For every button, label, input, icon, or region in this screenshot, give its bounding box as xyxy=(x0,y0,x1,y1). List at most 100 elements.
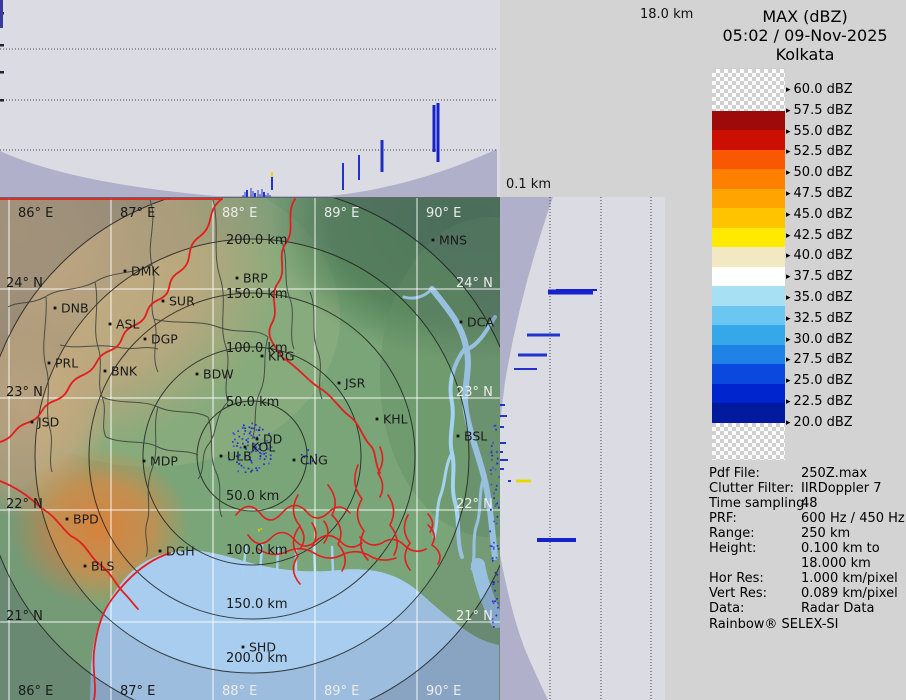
station-label: BDW xyxy=(203,367,234,382)
metadata-value: 600 Hz / 450 Hz xyxy=(801,511,905,526)
range-ring-label: 50.0 km xyxy=(226,489,279,504)
echo-pixel xyxy=(494,590,496,592)
station-marker xyxy=(236,277,239,280)
station-marker xyxy=(66,518,69,521)
echo-pixel xyxy=(246,439,248,441)
echo-bar xyxy=(500,468,504,470)
echo-bar xyxy=(514,368,537,370)
scale-tick-arrow-icon: ▸ xyxy=(786,376,791,386)
echo-bar xyxy=(500,459,508,461)
echo-bar xyxy=(342,163,344,190)
echo-pixel xyxy=(496,615,498,617)
top-profile-panel xyxy=(0,0,500,197)
station-label: KRG xyxy=(268,349,295,364)
top-panel-gridlines xyxy=(0,49,497,150)
latitude-label: 24° N xyxy=(6,276,43,291)
echo-pixel xyxy=(260,456,262,458)
colorband xyxy=(712,150,785,170)
station-marker xyxy=(109,323,112,326)
metadata-value: 1.000 km/pixel xyxy=(801,571,898,586)
metadata-row: Range:250 km xyxy=(709,526,906,541)
station-label: DGP xyxy=(151,332,178,347)
colorband xyxy=(712,286,785,306)
station-label: BPD xyxy=(73,512,99,527)
colorband xyxy=(712,345,785,365)
longitude-label: 90° E xyxy=(426,684,461,699)
echo-pixel xyxy=(241,465,243,467)
echo-pixel xyxy=(497,602,499,604)
echo-bar xyxy=(518,354,547,357)
echo-pixel xyxy=(489,545,491,547)
echo-pixel xyxy=(247,445,249,447)
metadata-value: Radar Data xyxy=(801,601,874,616)
echo-pixel xyxy=(496,523,498,525)
station-marker xyxy=(376,418,379,421)
echo-pixel xyxy=(258,467,260,469)
echo-pixel xyxy=(242,438,244,440)
right-panel-gridlines xyxy=(550,197,651,700)
echo-pixel xyxy=(493,542,495,544)
echo-pixel xyxy=(496,485,498,487)
longitude-label: 87° E xyxy=(120,206,155,221)
echo-pixel xyxy=(238,436,240,438)
scale-tick-arrow-icon: ▸ xyxy=(786,272,791,282)
echo-pixel xyxy=(256,429,258,431)
echo-bar xyxy=(258,190,259,197)
scale-label: 42.5 dBZ xyxy=(794,228,853,243)
station-marker xyxy=(48,362,51,365)
product-name: MAX (dBZ) xyxy=(705,7,905,26)
scale-tick-arrow-icon: ▸ xyxy=(786,168,791,178)
echo-pixel xyxy=(236,445,238,447)
echo-pixel xyxy=(259,434,261,436)
longitude-label: 86° E xyxy=(18,206,53,221)
echo-pixel xyxy=(495,504,497,506)
metadata-row: Height:0.100 km to xyxy=(709,541,906,556)
scale-label-row: ▸57.5 dBZ xyxy=(786,103,853,119)
station-label: MNS xyxy=(439,233,467,248)
echo-pixel xyxy=(498,476,500,478)
echo-pixel xyxy=(233,445,235,447)
range-ring-label: 150.0 km xyxy=(226,287,288,302)
echo-pixel xyxy=(494,600,496,602)
echo-pixel xyxy=(497,516,499,518)
echo-bar xyxy=(251,188,252,197)
radar-map: 50.0 km50.0 km100.0 km100.0 km150.0 km15… xyxy=(0,197,500,700)
echo-pixel xyxy=(270,458,272,460)
latitude-label: 21° N xyxy=(6,609,43,624)
top-panel-echo-bars xyxy=(0,0,440,197)
station-marker xyxy=(196,373,199,376)
echo-pixel xyxy=(495,425,497,427)
scale-label: 30.0 dBZ xyxy=(794,332,853,347)
scale-label-row: ▸22.5 dBZ xyxy=(786,394,853,410)
range-ring-label: 150.0 km xyxy=(226,597,288,612)
colorband xyxy=(712,189,785,209)
metadata-value: 48 xyxy=(801,496,818,511)
echo-pixel xyxy=(491,545,493,547)
echo-pixel xyxy=(493,626,495,628)
echo-pixel xyxy=(250,435,252,437)
longitude-label: 90° E xyxy=(426,206,461,221)
echo-pixel xyxy=(497,458,499,460)
echo-pixel xyxy=(247,441,249,443)
colorband xyxy=(712,111,785,131)
metadata-label: Time sampling: xyxy=(709,496,809,511)
longitude-label: 86° E xyxy=(18,684,53,699)
colorband xyxy=(712,130,785,150)
echo-pixel xyxy=(497,581,499,583)
scale-label-row: ▸30.0 dBZ xyxy=(786,332,853,348)
echo-pixel xyxy=(490,469,492,471)
scale-label: 50.0 dBZ xyxy=(794,165,853,180)
station-label: KHL xyxy=(383,412,408,427)
scale-label: 55.0 dBZ xyxy=(794,124,853,139)
station-label: DCA xyxy=(467,315,494,330)
scale-tick-arrow-icon: ▸ xyxy=(786,85,791,95)
right-profile-plot xyxy=(500,197,665,700)
station-label: DMK xyxy=(131,264,160,279)
top-profile-plot xyxy=(0,0,500,197)
station-label: BSL xyxy=(464,429,487,444)
scale-tick-arrow-icon: ▸ xyxy=(786,106,791,116)
colorband xyxy=(712,208,785,228)
longitude-label: 87° E xyxy=(120,684,155,699)
legend-column: MAX (dBZ) 05:02 / 09-Nov-2025 Kolkata ▸6… xyxy=(665,0,906,700)
colorband xyxy=(712,306,785,326)
